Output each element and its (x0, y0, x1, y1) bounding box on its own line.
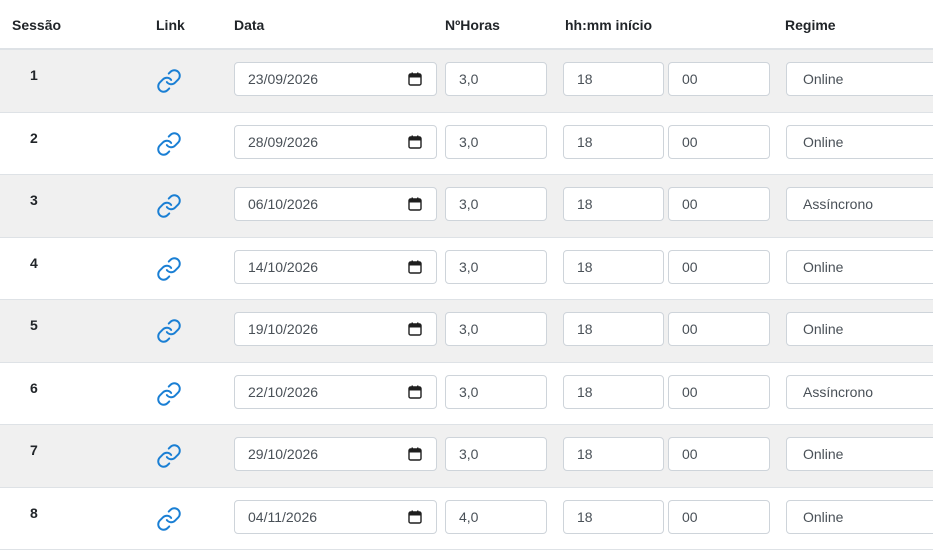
date-value: 06/10/2026 (248, 196, 319, 212)
hours-input[interactable]: 3,0 (445, 249, 547, 284)
start-minute-input[interactable]: 00 (668, 62, 770, 96)
regime-select[interactable]: Online (786, 499, 933, 534)
session-number: 4 (30, 254, 38, 271)
date-input[interactable]: 06/10/2026 (234, 187, 437, 221)
regime-select[interactable]: Online (786, 62, 933, 96)
regime-select[interactable]: Assíncrono (786, 374, 933, 409)
start-minute-input[interactable]: 00 (668, 187, 770, 221)
hours-input[interactable]: 3,0 (445, 437, 547, 471)
header-regime: Regime (785, 17, 836, 33)
calendar-icon[interactable] (408, 447, 422, 461)
table-header: Sessão Link Data NºHoras hh:mm início Re… (0, 0, 933, 50)
hours-input[interactable]: 3,0 (445, 187, 547, 221)
session-number: 8 (30, 504, 38, 521)
regime-select[interactable]: Online (786, 124, 933, 159)
header-date: Data (234, 17, 265, 33)
calendar-icon[interactable] (408, 197, 422, 211)
calendar-icon[interactable] (408, 510, 422, 524)
start-hour-input[interactable]: 18 (563, 249, 664, 284)
table-row: 6 22/10/2026 3,0 18 00 Assíncrono (0, 363, 933, 425)
date-value: 28/09/2026 (248, 133, 319, 150)
session-number: 6 (30, 379, 38, 396)
date-input[interactable]: 04/11/2026 (234, 499, 437, 534)
date-value: 19/10/2026 (248, 321, 319, 337)
session-number: 2 (30, 129, 38, 146)
start-hour-input[interactable]: 18 (563, 374, 664, 409)
start-hour-input[interactable]: 18 (563, 499, 664, 534)
date-value: 04/11/2026 (248, 508, 318, 525)
regime-select[interactable]: Online (786, 249, 933, 284)
date-input[interactable]: 23/09/2026 (234, 62, 437, 96)
hours-input[interactable]: 3,0 (445, 312, 547, 346)
start-minute-input[interactable]: 00 (668, 437, 770, 471)
regime-select[interactable]: Assíncrono (786, 187, 933, 221)
calendar-icon[interactable] (408, 385, 422, 399)
link-icon[interactable] (156, 443, 182, 469)
session-number: 1 (30, 67, 38, 83)
calendar-icon[interactable] (408, 135, 422, 149)
link-icon[interactable] (156, 256, 182, 282)
date-input[interactable]: 19/10/2026 (234, 312, 437, 346)
start-hour-input[interactable]: 18 (563, 437, 664, 471)
hours-input[interactable]: 3,0 (445, 124, 547, 159)
date-input[interactable]: 14/10/2026 (234, 249, 437, 284)
link-icon[interactable] (156, 131, 182, 157)
session-number: 5 (30, 317, 38, 333)
hours-input[interactable]: 3,0 (445, 374, 547, 409)
regime-select[interactable]: Online (786, 437, 933, 471)
header-link: Link (156, 17, 185, 33)
table-row: 5 19/10/2026 3,0 18 00 Online (0, 300, 933, 363)
link-icon[interactable] (156, 506, 182, 532)
date-value: 29/10/2026 (248, 446, 319, 462)
calendar-icon[interactable] (408, 260, 422, 274)
table-row: 2 28/09/2026 3,0 18 00 Online (0, 113, 933, 175)
date-input[interactable]: 22/10/2026 (234, 374, 437, 409)
calendar-icon[interactable] (408, 322, 422, 336)
start-hour-input[interactable]: 18 (563, 187, 664, 221)
start-minute-input[interactable]: 00 (668, 312, 770, 346)
header-session: Sessão (12, 17, 62, 33)
header-start-time: hh:mm início (565, 17, 653, 33)
link-icon[interactable] (156, 68, 182, 94)
start-minute-input[interactable]: 00 (668, 249, 770, 284)
regime-select[interactable]: Online (786, 312, 933, 346)
start-minute-input[interactable]: 00 (668, 499, 770, 534)
table-row: 1 23/09/2026 3,0 18 00 Online (0, 50, 933, 113)
table-row: 3 06/10/2026 3,0 18 00 Assíncrono (0, 175, 933, 238)
link-icon[interactable] (156, 381, 182, 407)
date-input[interactable]: 29/10/2026 (234, 437, 437, 471)
link-icon[interactable] (156, 318, 182, 344)
start-hour-input[interactable]: 18 (563, 62, 664, 96)
date-value: 23/09/2026 (248, 71, 319, 87)
start-minute-input[interactable]: 00 (668, 124, 770, 159)
table-row: 4 14/10/2026 3,0 18 00 Online (0, 238, 933, 300)
header-hours: NºHoras (445, 17, 500, 33)
session-number: 3 (30, 192, 38, 208)
start-hour-input[interactable]: 18 (563, 124, 664, 159)
table-row: 7 29/10/2026 3,0 18 00 Online (0, 425, 933, 488)
date-value: 22/10/2026 (248, 383, 319, 400)
table-row: 8 04/11/2026 4,0 18 00 Online (0, 488, 933, 550)
link-icon[interactable] (156, 193, 182, 219)
start-hour-input[interactable]: 18 (563, 312, 664, 346)
session-number: 7 (30, 442, 38, 458)
hours-input[interactable]: 4,0 (445, 499, 547, 534)
date-input[interactable]: 28/09/2026 (234, 124, 437, 159)
hours-input[interactable]: 3,0 (445, 62, 547, 96)
start-minute-input[interactable]: 00 (668, 374, 770, 409)
date-value: 14/10/2026 (248, 258, 319, 275)
calendar-icon[interactable] (408, 72, 422, 86)
